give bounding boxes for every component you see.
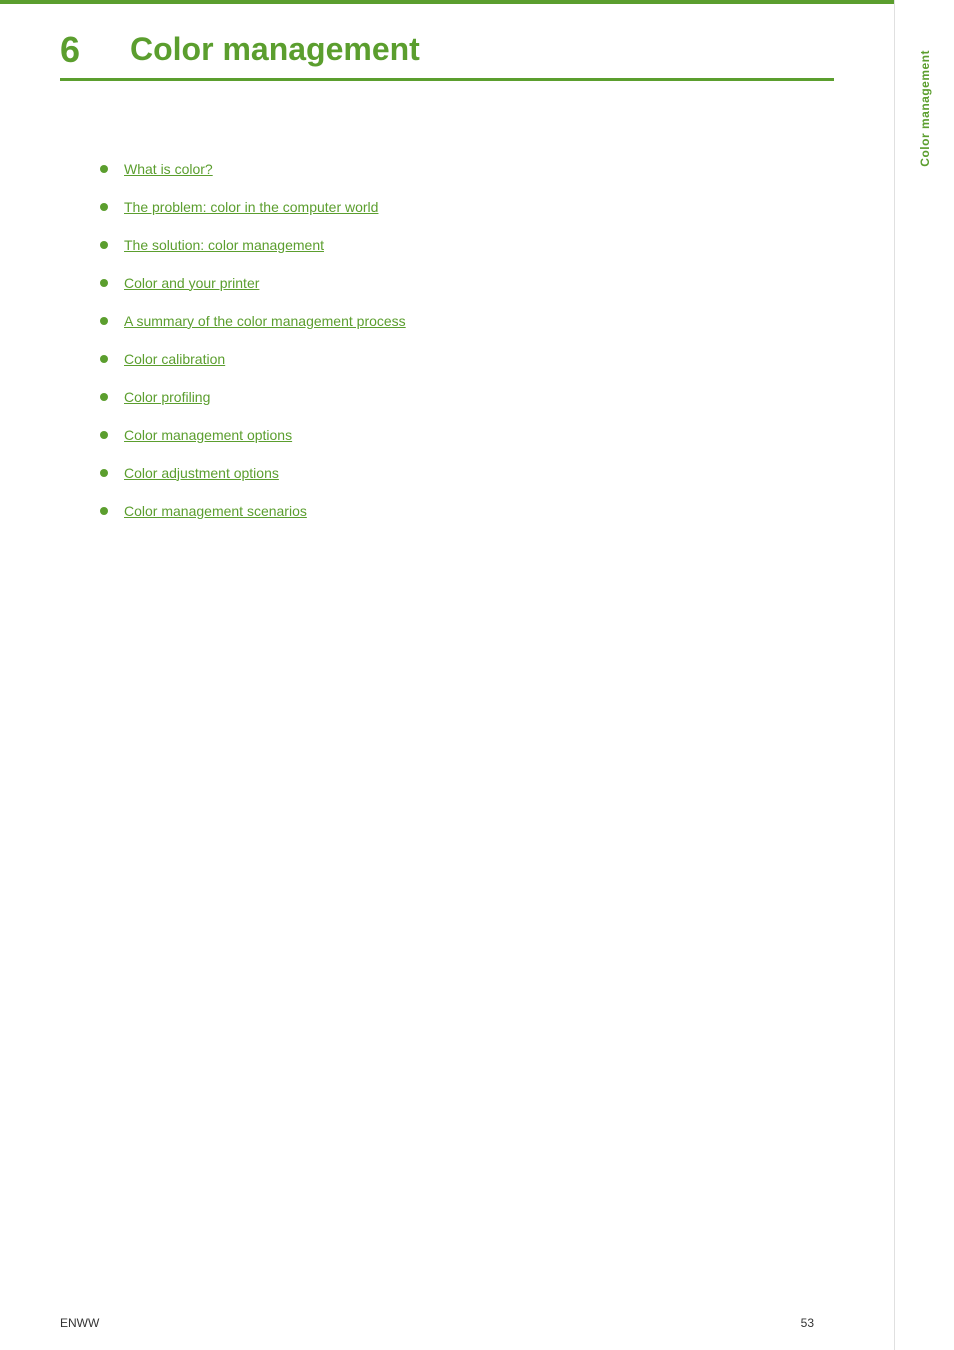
list-item: The problem: color in the computer world: [100, 199, 834, 215]
list-item: Color management scenarios: [100, 503, 834, 519]
side-tab-text-wrapper: Color management: [918, 50, 932, 167]
footer: ENWW 53: [60, 1316, 814, 1330]
toc-link-solution-color[interactable]: The solution: color management: [124, 237, 324, 253]
toc-link-adjustment-options[interactable]: Color adjustment options: [124, 465, 279, 481]
bullet-icon: [100, 469, 108, 477]
toc-link-scenarios[interactable]: Color management scenarios: [124, 503, 307, 519]
list-item: Color calibration: [100, 351, 834, 367]
toc-link-calibration[interactable]: Color calibration: [124, 351, 225, 367]
list-item: Color adjustment options: [100, 465, 834, 481]
toc-link-problem-color[interactable]: The problem: color in the computer world: [124, 199, 378, 215]
main-content: 6 Color management What is color? The pr…: [0, 0, 894, 1350]
side-tab-label: Color management: [918, 50, 932, 167]
bullet-icon: [100, 393, 108, 401]
toc-link-summary[interactable]: A summary of the color management proces…: [124, 313, 406, 329]
toc-link-management-options[interactable]: Color management options: [124, 427, 292, 443]
toc-link-what-is-color[interactable]: What is color?: [124, 161, 213, 177]
chapter-number: 6: [60, 30, 100, 70]
list-item: A summary of the color management proces…: [100, 313, 834, 329]
list-item: The solution: color management: [100, 237, 834, 253]
bullet-icon: [100, 355, 108, 363]
bullet-icon: [100, 279, 108, 287]
bullet-icon: [100, 203, 108, 211]
bullet-icon: [100, 431, 108, 439]
chapter-title: Color management: [130, 30, 420, 68]
chapter-header: 6 Color management: [60, 30, 834, 81]
bullet-icon: [100, 317, 108, 325]
bullet-icon: [100, 165, 108, 173]
bullet-icon: [100, 507, 108, 515]
side-tab: Color management: [894, 0, 954, 1350]
bullet-icon: [100, 241, 108, 249]
footer-left-label: ENWW: [60, 1316, 99, 1330]
toc-link-color-printer[interactable]: Color and your printer: [124, 275, 259, 291]
list-item: What is color?: [100, 161, 834, 177]
toc-list: What is color? The problem: color in the…: [100, 161, 834, 519]
list-item: Color profiling: [100, 389, 834, 405]
list-item: Color management options: [100, 427, 834, 443]
page-container: Color management 6 Color management What…: [0, 0, 954, 1350]
footer-page-number: 53: [801, 1316, 814, 1330]
list-item: Color and your printer: [100, 275, 834, 291]
toc-link-profiling[interactable]: Color profiling: [124, 389, 210, 405]
